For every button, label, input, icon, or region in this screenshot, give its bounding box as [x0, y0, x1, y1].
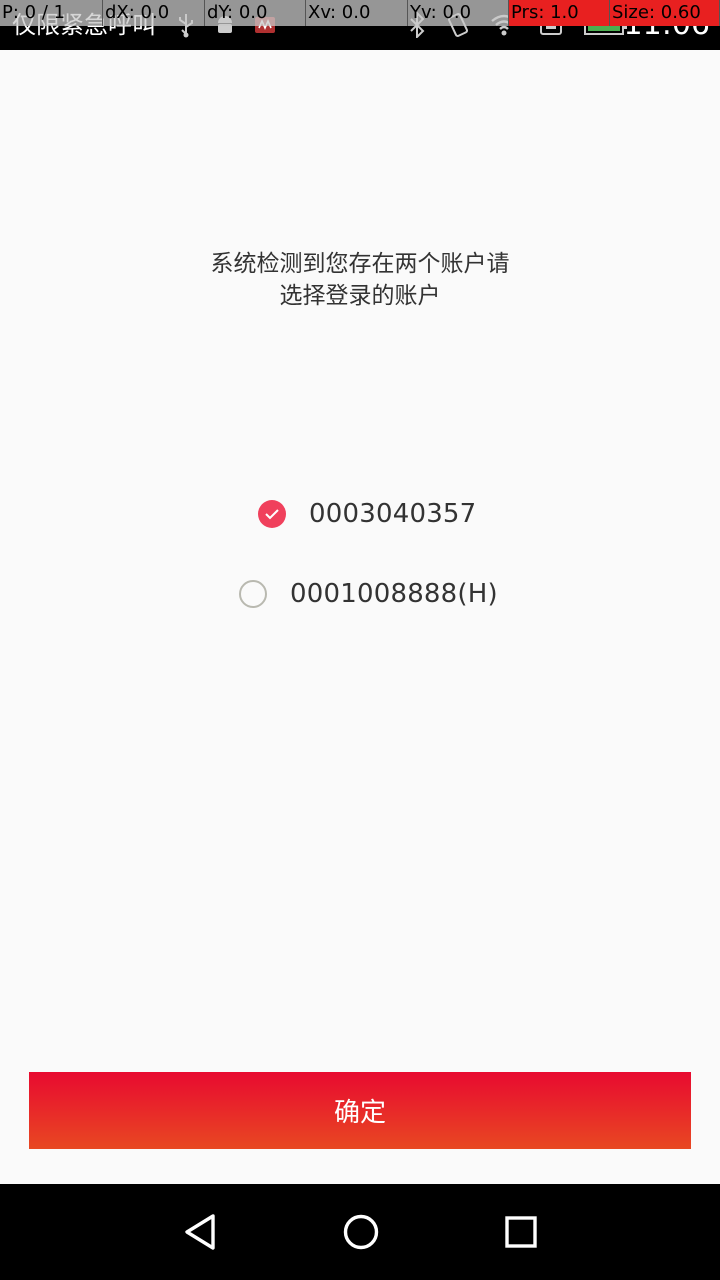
account-number: 0003040357 — [309, 499, 477, 529]
radio-checked-icon[interactable] — [258, 500, 286, 528]
prompt-line-2: 选择登录的账户 — [279, 283, 441, 309]
home-button[interactable] — [316, 1184, 406, 1280]
prompt-line-1: 系统检测到您存在两个账户请 — [210, 251, 510, 277]
account-option-1[interactable]: 0003040357 — [258, 494, 476, 534]
overlay-dx: dX: 0.0 — [103, 0, 205, 26]
overlay-pointer: P: 0 / 1 — [0, 0, 103, 26]
recents-icon — [505, 1216, 537, 1248]
overlay-yv: Yv: 0.0 — [408, 0, 509, 26]
navigation-bar — [0, 1184, 720, 1280]
account-option-2[interactable]: 0001008888(H) — [239, 574, 498, 614]
overlay-pressure: Prs: 1.0 — [509, 0, 610, 26]
recents-button[interactable] — [476, 1184, 566, 1280]
back-button[interactable] — [156, 1184, 246, 1280]
confirm-button[interactable]: 确定 — [29, 1072, 691, 1149]
account-prompt: 系统检测到您存在两个账户请 选择登录的账户 — [160, 248, 560, 312]
overlay-dy: dY: 0.0 — [205, 0, 306, 26]
overlay-xv: Xv: 0.0 — [306, 0, 408, 26]
account-number: 0001008888(H) — [290, 579, 498, 609]
overlay-size: Size: 0.60 — [610, 0, 720, 26]
back-icon — [185, 1214, 215, 1250]
pointer-location-overlay: P: 0 / 1 dX: 0.0 dY: 0.0 Xv: 0.0 Yv: 0.0… — [0, 0, 720, 26]
home-icon — [343, 1214, 379, 1250]
radio-unchecked-icon[interactable] — [239, 580, 267, 608]
